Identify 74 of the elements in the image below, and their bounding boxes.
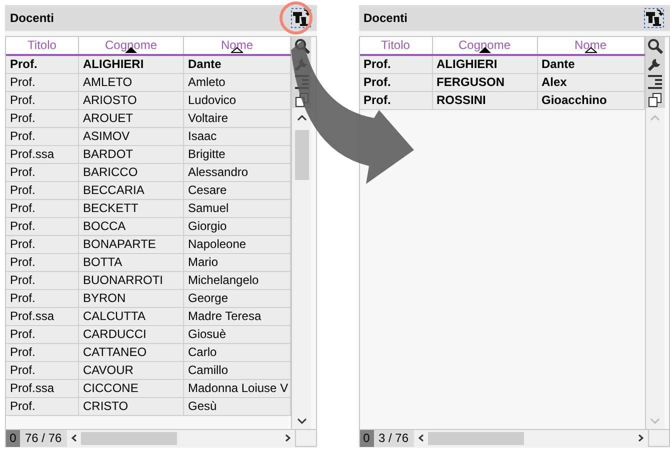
text-transfer-icon[interactable] — [644, 8, 664, 28]
column-header[interactable]: Titolo — [360, 37, 432, 54]
table-cell: BOCCA — [79, 218, 184, 235]
column-header[interactable]: Cognome — [79, 37, 184, 54]
table-cell: BECKETT — [79, 200, 184, 217]
scroll-right-icon[interactable] — [284, 434, 290, 442]
table-cell: Prof. — [6, 200, 79, 217]
table-cell: BECCARIA — [79, 182, 184, 199]
horizontal-scrollbar[interactable] — [414, 430, 649, 446]
table-cell: CALCUTTA — [79, 308, 184, 325]
record-count: 3 / 76 — [374, 430, 414, 446]
sort-triangle-icon — [478, 47, 490, 53]
sort-triangle-icon — [125, 47, 137, 53]
table-cell: Prof. — [6, 398, 79, 415]
counter-badge: 0 — [6, 430, 20, 446]
table-cell: ALIGHIERI — [79, 56, 184, 73]
table-cell: Prof. — [6, 254, 79, 271]
table-cell: Prof. — [6, 218, 79, 235]
table-cell: Prof.ssa — [6, 308, 79, 325]
column-header[interactable]: Titolo — [6, 37, 79, 54]
table-cell: BUONARROTI — [79, 272, 184, 289]
table-cell: FERGUSON — [432, 74, 538, 91]
list-icon[interactable] — [647, 74, 663, 90]
table-cell: CICCONE — [79, 380, 184, 397]
scroll-left-icon[interactable] — [418, 434, 424, 442]
column-header[interactable]: Cognome — [432, 37, 538, 54]
scroll-right-icon[interactable] — [638, 434, 644, 442]
table-cell: CARDUCCI — [79, 326, 184, 343]
text-transfer-icon[interactable] — [290, 8, 310, 28]
search-icon[interactable] — [647, 38, 663, 54]
table-cell: Prof. — [6, 182, 79, 199]
table-cell: CAVOUR — [79, 362, 184, 379]
table-cell: Prof. — [6, 92, 79, 109]
copy-icon[interactable] — [647, 92, 663, 108]
counter-badge: 0 — [360, 430, 374, 446]
table-cell: Prof. — [6, 272, 79, 289]
table-cell: BONAPARTE — [79, 236, 184, 253]
panel-title: Docenti — [364, 10, 408, 27]
table-cell: ALIGHIERI — [432, 56, 538, 73]
table-cell: AROUET — [79, 110, 184, 127]
table-cell: Prof. — [6, 362, 79, 379]
table-cell: ASIMOV — [79, 128, 184, 145]
table-cell: Prof. — [6, 56, 79, 73]
table-cell: Prof. — [360, 56, 432, 73]
table-cell: Prof. — [6, 128, 79, 145]
record-count: 76 / 76 — [20, 430, 67, 446]
table-cell: ARIOSTO — [79, 92, 184, 109]
wrench-icon[interactable] — [647, 56, 663, 72]
panel-title: Docenti — [10, 10, 54, 27]
table-cell: Prof. — [6, 326, 79, 343]
scroll-down-icon[interactable] — [296, 417, 306, 425]
table-cell: CRISTO — [79, 398, 184, 415]
curved-arrow-icon — [291, 38, 416, 186]
table-cell: Prof. — [6, 236, 79, 253]
table-cell: BOTTA — [79, 254, 184, 271]
table-cell: ROSSINI — [432, 92, 538, 109]
horizontal-scrollbar[interactable] — [66, 430, 296, 446]
table-cell: Prof. — [360, 92, 432, 109]
table-cell: CATTANEO — [79, 344, 184, 361]
table-cell: Prof. — [6, 164, 79, 181]
table-cell: Prof. — [6, 74, 79, 91]
table-cell: Prof. — [360, 74, 432, 91]
table-cell: BYRON — [79, 290, 184, 307]
table-cell: Prof. — [6, 110, 79, 127]
table-cell: Prof.ssa — [6, 146, 79, 163]
table-cell: AMLETO — [79, 74, 184, 91]
table-cell: Prof. — [6, 290, 79, 307]
table-cell: BARDOT — [79, 146, 184, 163]
table-cell: Prof. — [6, 344, 79, 361]
scroll-up-icon[interactable] — [296, 114, 306, 122]
table-cell: BARICCO — [79, 164, 184, 181]
table-cell: Prof.ssa — [6, 380, 79, 397]
scroll-left-icon[interactable] — [70, 434, 77, 442]
scroll-thumb[interactable] — [294, 130, 308, 180]
